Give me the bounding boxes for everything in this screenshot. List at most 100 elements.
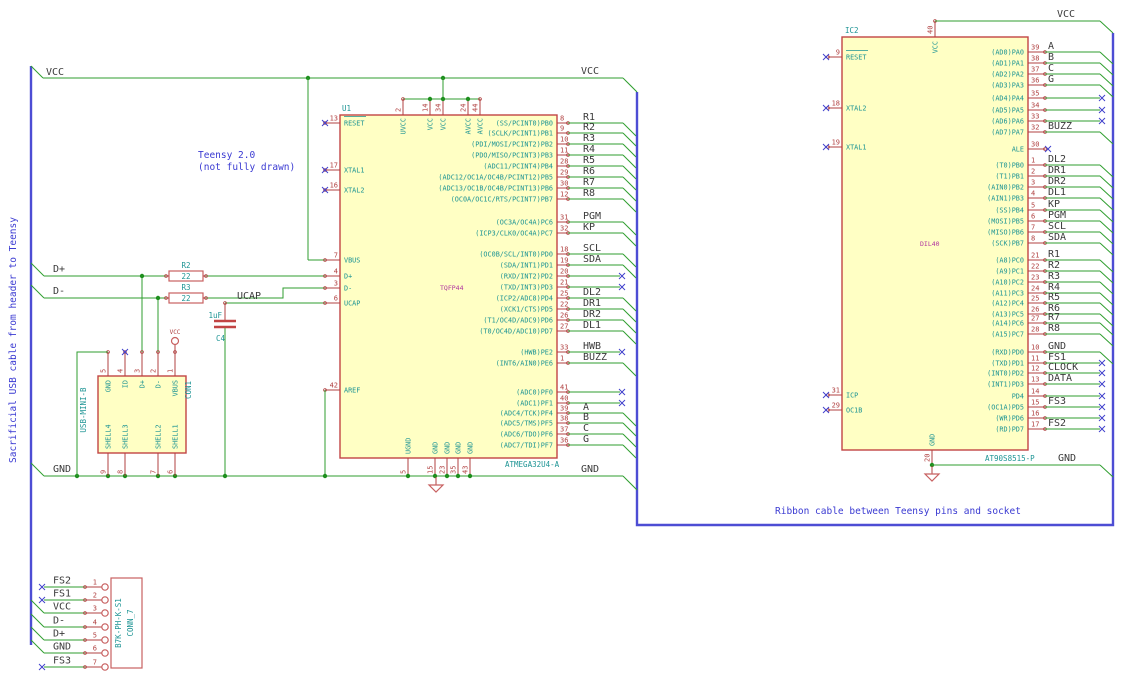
pin-name: (OC0B/SCL/INT0)PD0 bbox=[479, 251, 553, 259]
pin-number: 4 bbox=[334, 268, 338, 276]
bus-entry bbox=[1099, 281, 1114, 295]
net-label: DL1 bbox=[1048, 187, 1066, 198]
pin-name: (AD1)PA1 bbox=[991, 60, 1024, 68]
pin-number: 14 bbox=[1031, 388, 1039, 396]
pin-name: (PDO/MISO/PCINT3)PB3 bbox=[471, 152, 553, 160]
net-label: R5 bbox=[583, 155, 595, 166]
pin-name: PD4 bbox=[1012, 393, 1024, 401]
net-label: R8 bbox=[1048, 323, 1060, 334]
junction-dot bbox=[405, 473, 411, 479]
pin-name: (AD3)PA3 bbox=[991, 82, 1024, 90]
gnd-symbol bbox=[923, 473, 941, 482]
net-label: KP bbox=[1048, 199, 1060, 210]
pin-number: 1 bbox=[1031, 157, 1035, 165]
bus-entry bbox=[1099, 73, 1114, 87]
net-label: R7 bbox=[1048, 312, 1060, 323]
net-label: GND bbox=[1048, 341, 1066, 352]
bus-entry bbox=[622, 422, 637, 437]
pin-name: (SCK)PB7 bbox=[991, 240, 1024, 248]
pin-number: 35 bbox=[1031, 90, 1039, 98]
pin-number: 4 bbox=[116, 369, 124, 373]
pin-name: (MOSI)PB5 bbox=[987, 218, 1024, 226]
pin-number: 5 bbox=[93, 632, 97, 640]
pin-number: 10 bbox=[1031, 344, 1039, 352]
pin-name: (T1)PB1 bbox=[995, 173, 1024, 181]
component-con1-ref: CON1 bbox=[184, 381, 193, 399]
pin-number: 19 bbox=[832, 139, 840, 147]
pin-number: 40 bbox=[560, 395, 568, 403]
pin-name: VCC bbox=[440, 118, 448, 130]
pin-name: SHELL2 bbox=[155, 424, 163, 449]
net-label: B bbox=[1048, 52, 1054, 63]
pin-name: GND bbox=[432, 442, 440, 454]
net-label: HWB bbox=[583, 341, 601, 352]
pin-name: (ADC4/TCK)PF4 bbox=[500, 410, 553, 418]
gnd-symbol bbox=[427, 484, 445, 493]
junction-dot bbox=[465, 96, 471, 102]
pin-number: 11 bbox=[1031, 355, 1039, 363]
net-label: R8 bbox=[583, 188, 595, 199]
net-label: DL2 bbox=[1048, 154, 1066, 165]
pin-name: (INT1)PD3 bbox=[987, 381, 1024, 389]
net-label: BUZZ bbox=[1048, 121, 1072, 132]
pin-number: 38 bbox=[1031, 55, 1039, 63]
pin-number: 14 bbox=[421, 104, 429, 112]
bus-entry bbox=[622, 132, 637, 147]
net-label-vcc: VCC bbox=[46, 67, 64, 78]
pin-name: (ADC1)PF1 bbox=[516, 400, 553, 408]
connector-pin-circle bbox=[101, 623, 109, 631]
pin-number: 2 bbox=[93, 592, 97, 600]
bus-entry bbox=[622, 297, 637, 312]
net-label: DATA bbox=[1048, 373, 1072, 384]
net-label-ucap: UCAP bbox=[237, 291, 261, 302]
bus-entry bbox=[622, 308, 637, 323]
pin-name: GND bbox=[444, 442, 452, 454]
pin-number: 15 bbox=[1031, 399, 1039, 407]
pin-number: 32 bbox=[1031, 124, 1039, 132]
bus-entry bbox=[1099, 259, 1114, 273]
pin-number: 7 bbox=[334, 252, 338, 260]
resistor-r3-value: 22 bbox=[181, 294, 190, 303]
pin-number: 5 bbox=[399, 470, 407, 474]
schematic-drawing: VCC VCCGND GNDD+D- UCAPR222R3221uFC4VCCU1AT… bbox=[8, 9, 1115, 671]
pin-name: VBUS bbox=[172, 380, 180, 396]
pin-number: 13 bbox=[1031, 376, 1039, 384]
net-label: R5 bbox=[1048, 292, 1060, 303]
bus-entry bbox=[30, 284, 45, 299]
pin-name: (PDI/MOSI/PCINT2)PB2 bbox=[471, 141, 553, 149]
bus-entry bbox=[622, 165, 637, 180]
bus-entry bbox=[1099, 270, 1114, 284]
pin-number: 32 bbox=[560, 225, 568, 233]
net-label: R7 bbox=[583, 177, 595, 188]
pin-number: 37 bbox=[1031, 66, 1039, 74]
net-label: VCC bbox=[53, 602, 71, 613]
pin-name: AVCC bbox=[477, 118, 485, 134]
net-label: CLOCK bbox=[1048, 362, 1078, 373]
pin-name: SHELL3 bbox=[122, 424, 130, 449]
bus-entry bbox=[622, 122, 637, 137]
pin-number: 6 bbox=[93, 645, 97, 653]
pin-number: 28 bbox=[560, 158, 568, 166]
vcc-symbol bbox=[170, 336, 180, 346]
component-u1-package: TQFP44 bbox=[440, 284, 464, 292]
component-ic2-package: DIL40 bbox=[920, 240, 940, 248]
pin-name: (INT6/AIN0)PE6 bbox=[496, 360, 553, 368]
pin-name: VCC bbox=[427, 118, 435, 130]
pin-number: 9 bbox=[99, 470, 107, 474]
pin-name: (AD5)PA5 bbox=[991, 107, 1024, 115]
bus-entry bbox=[622, 232, 637, 247]
pin-name: (AD0)PA0 bbox=[991, 49, 1024, 57]
bus-entry bbox=[622, 319, 637, 334]
pin-number: 7 bbox=[149, 470, 157, 474]
pin-number: 8 bbox=[116, 470, 124, 474]
pin-name: (AD4)PA4 bbox=[991, 95, 1024, 103]
note-left-cable: Sacrificial USB cable from header to Tee… bbox=[8, 217, 19, 463]
net-label: FS3 bbox=[53, 656, 71, 667]
pin-name: (INT0)PD2 bbox=[987, 370, 1024, 378]
pin-name: (A15)PC7 bbox=[991, 331, 1024, 339]
pin-name: (T0)PB0 bbox=[995, 162, 1024, 170]
junction-dot bbox=[455, 473, 461, 479]
pin-number: 6 bbox=[334, 295, 338, 303]
net-label: SCL bbox=[583, 243, 601, 254]
net-label: R6 bbox=[583, 166, 595, 177]
